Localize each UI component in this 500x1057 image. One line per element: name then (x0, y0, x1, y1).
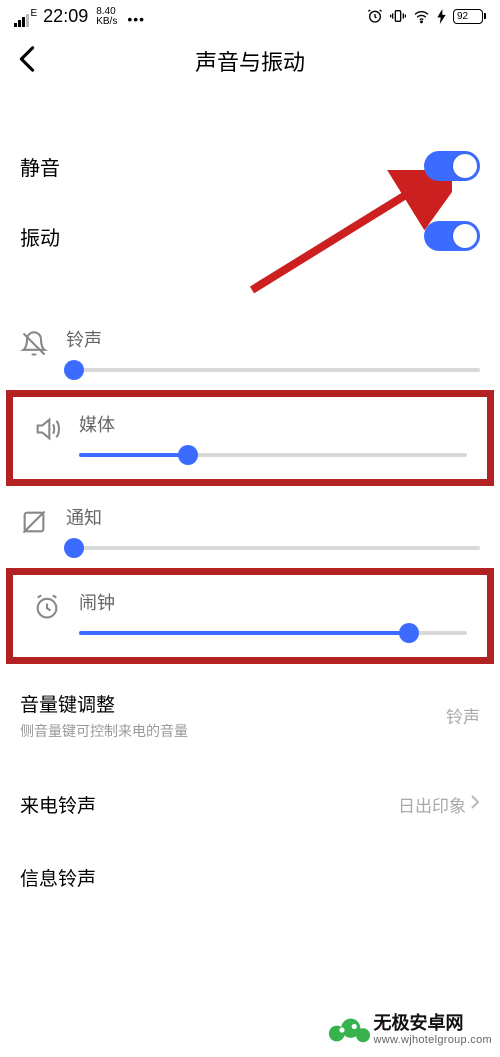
back-button[interactable] (18, 45, 36, 78)
ringtone-label: 铃声 (66, 326, 480, 352)
notify-label: 通知 (66, 504, 480, 530)
alarm-slider[interactable] (79, 631, 467, 635)
silent-row[interactable]: 静音 (0, 138, 500, 194)
media-highlight-box: 媒体 (6, 390, 494, 486)
volume-key-title: 音量键调整 (20, 690, 188, 717)
alarm-highlight-box: 闹钟 (6, 568, 494, 664)
clock-icon (33, 593, 61, 626)
media-thumb[interactable] (178, 445, 198, 465)
incoming-title: 来电铃声 (20, 791, 96, 818)
signal-icon (14, 14, 29, 27)
network-type: E (31, 8, 38, 19)
watermark-logo-icon (328, 1009, 370, 1051)
more-dots: ••• (127, 11, 145, 27)
bell-off-icon (20, 330, 48, 363)
ringtone-thumb[interactable] (64, 360, 84, 380)
data-speed-unit: KB/s (96, 17, 117, 27)
notify-slider[interactable] (66, 546, 480, 550)
volume-key-row[interactable]: 音量键调整 侧音量键可控制来电的音量 铃声 (0, 674, 500, 757)
watermark: 无极安卓网 www.wjhotelgroup.com (328, 1009, 493, 1051)
page-header: 声音与振动 (0, 32, 500, 90)
alarm-icon (367, 8, 383, 24)
volume-key-sub: 侧音量键可控制来电的音量 (20, 721, 188, 741)
alarm-slider-block: 闹钟 (13, 575, 487, 657)
silent-toggle[interactable] (424, 151, 480, 181)
vibrate-status-icon (390, 8, 406, 24)
status-right: 92 (367, 8, 486, 25)
sms-ringtone-row[interactable]: 信息铃声 (0, 848, 500, 907)
incoming-value: 日出印象 (398, 792, 466, 817)
page-title: 声音与振动 (0, 45, 500, 77)
battery-percent: 92 (457, 11, 468, 22)
wifi-icon (413, 8, 430, 25)
vibrate-label: 振动 (20, 222, 60, 251)
chevron-right-icon (470, 794, 480, 815)
data-speed: 8.40 KB/s (96, 7, 117, 27)
notify-off-icon (20, 508, 48, 541)
ringtone-slider-block: 铃声 (0, 312, 500, 394)
status-left: E 22:09 8.40 KB/s ••• (14, 6, 145, 27)
watermark-name: 无极安卓网 (374, 1013, 493, 1034)
data-speed-value: 8.40 (96, 7, 117, 17)
volume-key-value: 铃声 (446, 703, 480, 728)
status-bar: E 22:09 8.40 KB/s ••• 92 (0, 0, 500, 32)
media-label: 媒体 (79, 411, 467, 437)
incoming-ringtone-row[interactable]: 来电铃声 日出印象 (0, 775, 500, 834)
battery-indicator: 92 (453, 9, 486, 24)
media-slider-block: 媒体 (13, 397, 487, 479)
clock-time: 22:09 (43, 6, 88, 27)
alarm-label: 闹钟 (79, 589, 467, 615)
watermark-url: www.wjhotelgroup.com (374, 1034, 493, 1047)
silent-label: 静音 (20, 152, 60, 181)
sms-title: 信息铃声 (20, 864, 96, 891)
notify-slider-block: 通知 (0, 490, 500, 572)
vibrate-row[interactable]: 振动 (0, 208, 500, 264)
chevron-left-icon (18, 45, 36, 73)
media-slider[interactable] (79, 453, 467, 457)
speaker-icon (33, 415, 61, 448)
notify-thumb[interactable] (64, 538, 84, 558)
vibrate-toggle[interactable] (424, 221, 480, 251)
alarm-thumb[interactable] (399, 623, 419, 643)
ringtone-slider[interactable] (66, 368, 480, 372)
charging-icon (437, 9, 446, 24)
